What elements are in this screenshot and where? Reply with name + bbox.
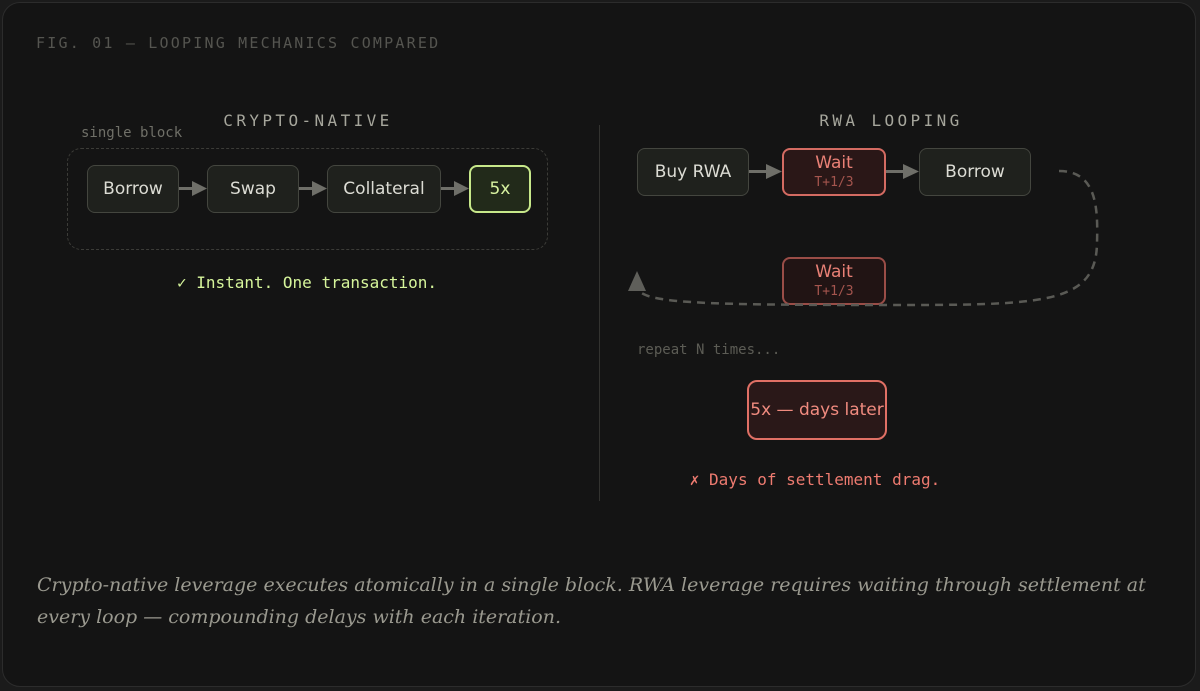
arrow-collateral-result-head	[454, 181, 469, 196]
arrow-borrow-swap-shaft	[179, 187, 193, 190]
arrow-swap-collateral-shaft	[299, 187, 313, 190]
loop-back-arrowhead	[628, 271, 646, 291]
arrow-wait-borrow-shaft	[886, 170, 904, 173]
arrow-buy-wait-shaft	[749, 170, 767, 173]
arrow-buy-wait-head	[766, 164, 782, 179]
arrow-swap-collateral-head	[312, 181, 327, 196]
arrow-collateral-result-shaft	[441, 187, 455, 190]
figure-caption: Crypto-native leverage executes atomical…	[37, 574, 1146, 628]
arrow-borrow-swap-head	[192, 181, 207, 196]
loop-back-path	[635, 169, 1099, 307]
figure-panel: FIG. 01 — LOOPING MECHANICS COMPARED CRY…	[2, 2, 1196, 687]
arrow-wait-borrow-head	[903, 164, 919, 179]
